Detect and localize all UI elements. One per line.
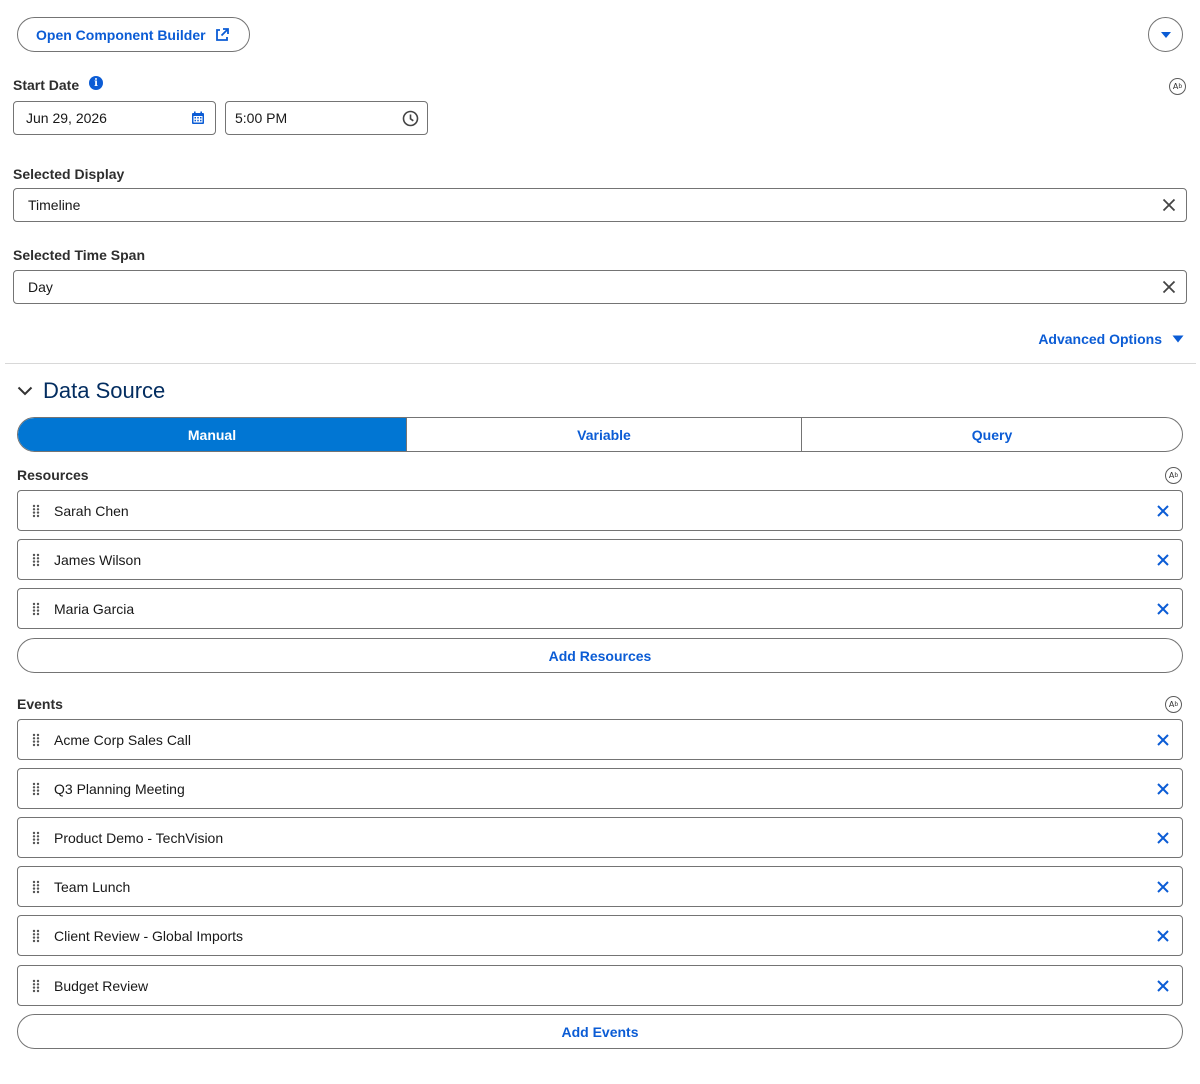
selected-display-input[interactable]: Timeline: [13, 188, 1187, 222]
add-events-button[interactable]: Add Events: [17, 1014, 1183, 1049]
list-item: Maria Garcia: [17, 588, 1183, 629]
date-value: Jun 29, 2026: [26, 110, 107, 126]
drag-handle-icon[interactable]: [18, 831, 54, 845]
clear-icon[interactable]: [1152, 270, 1186, 304]
list-item-label: Q3 Planning Meeting: [54, 780, 185, 797]
resources-label: Resources: [17, 467, 89, 483]
remove-icon[interactable]: [1144, 880, 1182, 893]
drag-handle-icon[interactable]: [18, 782, 54, 796]
advanced-options-label: Advanced Options: [1038, 331, 1162, 347]
info-icon[interactable]: i: [89, 76, 103, 90]
list-item: Budget Review: [17, 965, 1183, 1006]
list-item-label: Product Demo - TechVision: [54, 829, 224, 846]
selected-time-span-label: Selected Time Span: [13, 247, 146, 263]
drag-handle-icon[interactable]: [18, 602, 54, 616]
external-link-icon: [215, 27, 229, 41]
collapse-toggle-button[interactable]: [1148, 17, 1183, 52]
list-item-label: Sarah Chen: [54, 502, 129, 519]
drag-handle-icon[interactable]: [18, 979, 54, 993]
date-input[interactable]: Jun 29, 2026: [13, 101, 216, 135]
remove-icon[interactable]: [1144, 553, 1182, 566]
selected-display-label: Selected Display: [13, 166, 125, 182]
list-item: Q3 Planning Meeting: [17, 768, 1183, 809]
chevron-down-icon: [17, 386, 33, 396]
remove-icon[interactable]: [1144, 733, 1182, 746]
section-divider: [5, 363, 1196, 364]
list-item: Product Demo - TechVision: [17, 817, 1183, 858]
time-input[interactable]: 5:00 PM: [225, 101, 428, 135]
list-item-label: Budget Review: [54, 977, 149, 994]
calendar-icon[interactable]: [181, 101, 215, 135]
data-source-segmented-control: Manual Variable Query: [17, 417, 1183, 452]
drag-handle-icon[interactable]: [18, 733, 54, 747]
formula-toggle-icon[interactable]: Ab: [1165, 467, 1182, 484]
remove-icon[interactable]: [1144, 602, 1182, 615]
list-item: James Wilson: [17, 539, 1183, 580]
list-item-label: James Wilson: [54, 551, 142, 568]
chevron-down-icon: [1160, 31, 1171, 38]
add-resources-button[interactable]: Add Resources: [17, 638, 1183, 673]
drag-handle-icon[interactable]: [18, 504, 54, 518]
list-item: Client Review - Global Imports: [17, 915, 1183, 956]
formula-toggle-icon[interactable]: Ab: [1169, 78, 1186, 95]
remove-icon[interactable]: [1144, 831, 1182, 844]
open-component-builder-button[interactable]: Open Component Builder: [17, 17, 250, 52]
remove-icon[interactable]: [1144, 979, 1182, 992]
clear-icon[interactable]: [1152, 188, 1186, 222]
selected-display-value: Timeline: [28, 197, 81, 213]
drag-handle-icon[interactable]: [18, 929, 54, 943]
formula-toggle-icon[interactable]: Ab: [1165, 696, 1182, 713]
selected-time-span-value: Day: [28, 279, 53, 295]
tab-variable[interactable]: Variable: [407, 418, 802, 451]
data-source-header[interactable]: Data Source: [17, 378, 165, 404]
caret-down-icon: [1172, 335, 1184, 343]
selected-time-span-input[interactable]: Day: [13, 270, 1187, 304]
list-item: Sarah Chen: [17, 490, 1183, 531]
list-item-label: Team Lunch: [54, 878, 131, 895]
time-value: 5:00 PM: [235, 110, 288, 126]
list-item-label: Acme Corp Sales Call: [54, 731, 191, 748]
list-item: Acme Corp Sales Call: [17, 719, 1183, 760]
remove-icon[interactable]: [1144, 782, 1182, 795]
drag-handle-icon[interactable]: [18, 553, 54, 567]
clock-icon[interactable]: [393, 101, 427, 135]
list-item-label: Client Review - Global Imports: [54, 927, 244, 944]
open-component-builder-label: Open Component Builder: [36, 26, 206, 43]
remove-icon[interactable]: [1144, 504, 1182, 517]
start-date-label: Start Date: [13, 77, 80, 93]
data-source-title: Data Source: [43, 378, 166, 403]
remove-icon[interactable]: [1144, 929, 1182, 942]
advanced-options-link[interactable]: Advanced Options: [1038, 331, 1184, 347]
tab-manual[interactable]: Manual: [18, 418, 407, 451]
list-item: Team Lunch: [17, 866, 1183, 907]
tab-query[interactable]: Query: [802, 418, 1182, 451]
events-label: Events: [17, 696, 63, 712]
drag-handle-icon[interactable]: [18, 880, 54, 894]
list-item-label: Maria Garcia: [54, 600, 135, 617]
